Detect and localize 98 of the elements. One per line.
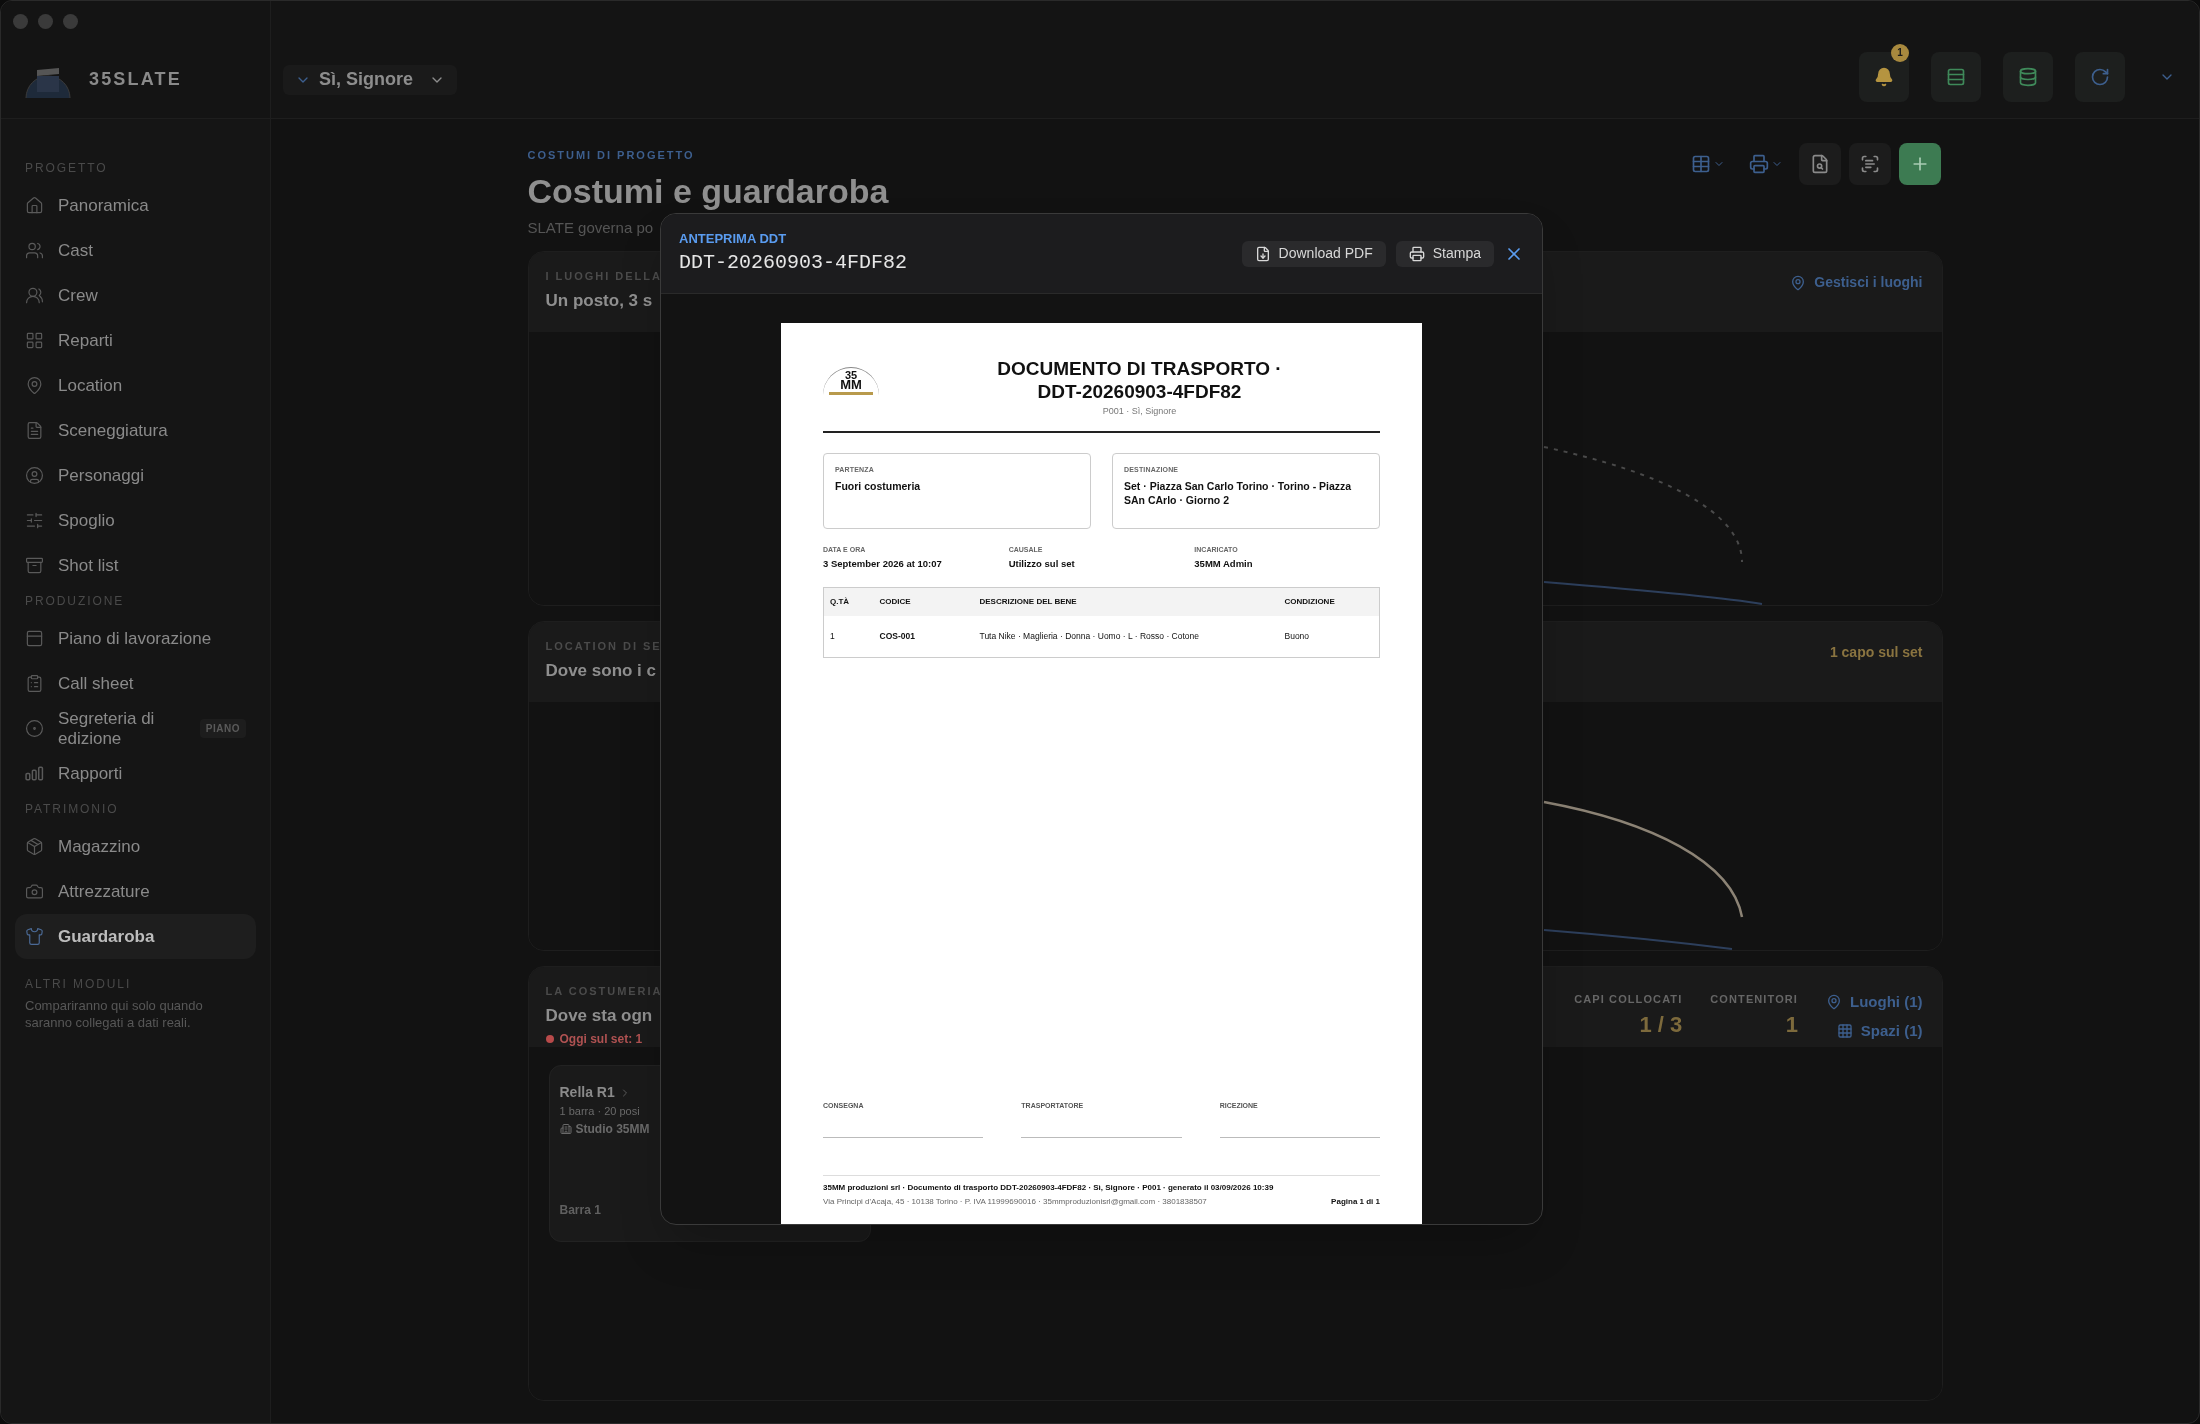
table-icon bbox=[1946, 66, 1966, 87]
field-value: Set · Piazza San Carlo Torino · Torino - Piazza SAn CArlo · Giorno 2 bbox=[1124, 479, 1353, 507]
pin-icon bbox=[25, 376, 44, 395]
person-circle-icon bbox=[25, 466, 44, 485]
sidebar-item[interactable]: Reparti bbox=[15, 318, 256, 363]
field-value: Fuori costumeria bbox=[835, 479, 922, 493]
printer-icon bbox=[1408, 245, 1425, 262]
table-button[interactable] bbox=[1931, 51, 1981, 102]
count-note: 1 capo sul set bbox=[1829, 643, 1923, 662]
footer-address: Via Principi d'Acaja, 45 · 10138 Torino · P. IVA 11999690016 · 35mmproduzionisrl@gmail.com · 3801838507 bbox=[823, 1196, 1207, 1208]
plan-badge: PIANO bbox=[199, 719, 246, 738]
table-cell: COS-001 bbox=[873, 615, 974, 658]
card-title: Dove sono i c bbox=[545, 659, 657, 682]
sidebar-item[interactable]: Piano di lavorazione bbox=[15, 616, 256, 661]
target-icon bbox=[25, 719, 44, 738]
table-cell: Tuta Nike · Maglieria · Donna · Uomo · L · Rosso · Cotone bbox=[973, 615, 1279, 658]
rack-title: Rella R1 bbox=[559, 1083, 615, 1102]
notification-count: 1 bbox=[1891, 43, 1909, 62]
sidebar-item[interactable]: Crew bbox=[15, 273, 256, 318]
rack-meta: 1 barra · 20 posi bbox=[559, 1104, 640, 1119]
refresh-button[interactable] bbox=[2075, 51, 2125, 102]
shirt-icon bbox=[25, 927, 44, 946]
project-selector[interactable]: Sì, Signore bbox=[283, 64, 458, 95]
sidebar-item[interactable]: Personaggi bbox=[15, 453, 256, 498]
sidebar-item[interactable]: Attrezzature bbox=[15, 869, 256, 914]
people-icon bbox=[25, 286, 44, 305]
grid-icon bbox=[25, 331, 44, 350]
sidebar-item[interactable]: Cast bbox=[15, 228, 256, 273]
building-icon bbox=[559, 1122, 572, 1135]
field-value: 35MM Admin bbox=[1194, 557, 1254, 571]
camera-icon bbox=[25, 882, 44, 901]
file-download-icon bbox=[1254, 245, 1271, 262]
field-value: 3 September 2026 at 10:07 bbox=[823, 557, 943, 571]
table-cell: 1 bbox=[823, 615, 874, 658]
company-logo: 35 MM bbox=[823, 367, 879, 405]
document-search-button[interactable] bbox=[1798, 143, 1841, 185]
add-button[interactable] bbox=[1898, 143, 1941, 185]
footer-text: 35MM produzioni srl · Documento di trasporto DDT-20260903-4FDF82 · Sì, Signore · P001 · generato il 03/09/2026 10:39 bbox=[823, 1182, 1275, 1194]
sidebar-item[interactable]: Magazzino bbox=[15, 824, 256, 869]
download-pdf-button[interactable]: Download PDF bbox=[1241, 240, 1386, 267]
bar-chart-icon bbox=[25, 764, 44, 783]
panel-icon bbox=[25, 629, 44, 648]
app-name: 35SLATE bbox=[89, 68, 182, 91]
page-title: Costumi e guardaroba bbox=[527, 170, 889, 212]
database-button[interactable] bbox=[2003, 51, 2053, 102]
dialog-eyebrow: ANTEPRIMA DDT bbox=[679, 229, 788, 248]
bell-icon bbox=[1874, 66, 1894, 87]
pin-icon bbox=[1790, 274, 1807, 291]
database-icon bbox=[2018, 66, 2038, 87]
column-header: DESCRIZIONE DEL BENE bbox=[973, 587, 1279, 616]
column-header: CODICE bbox=[873, 587, 974, 616]
document-icon bbox=[25, 421, 44, 440]
page-number: Pagina 1 di 1 bbox=[1331, 1196, 1380, 1208]
sidebar-note: Compariranno qui solo quando saranno collegati a dati reali. bbox=[24, 997, 204, 1031]
archive-icon bbox=[25, 556, 44, 575]
pin-icon bbox=[1826, 994, 1842, 1011]
dialog-title: DDT-20260903-4FDF82 bbox=[679, 250, 908, 277]
field-value: Utilizzo sul set bbox=[1008, 557, 1076, 571]
page-subtitle: SLATE governa po bbox=[527, 217, 654, 238]
stat-value: 1 bbox=[1785, 1010, 1798, 1039]
grid-icon bbox=[1836, 1022, 1853, 1039]
sidebar-item[interactable]: Shot list bbox=[15, 543, 256, 588]
sidebar-item[interactable]: Sceneggiatura bbox=[15, 408, 256, 453]
people-icon bbox=[25, 241, 44, 260]
package-icon bbox=[25, 837, 44, 856]
document-title: DOCUMENTO DI TRASPORTO · DDT-20260903-4FDF82 bbox=[996, 357, 1283, 403]
sliders-icon bbox=[25, 511, 44, 530]
manage-link[interactable]: Gestisci i luoghi bbox=[1790, 268, 1923, 293]
column-header: Q.TÀ bbox=[823, 587, 874, 616]
page-eyebrow: COSTUMI DI PROGETTO bbox=[527, 148, 695, 163]
rack-place: Studio 35MM bbox=[575, 1120, 650, 1138]
sidebar-item[interactable]: Panoramica bbox=[15, 183, 256, 228]
sidebar-item[interactable]: Segreteria di edizione PIANO bbox=[15, 706, 256, 751]
scan-icon bbox=[1859, 154, 1880, 174]
card-title: Dove sta ogn bbox=[545, 1004, 653, 1027]
house-icon bbox=[25, 196, 44, 215]
sidebar-item[interactable]: Spoglio bbox=[15, 498, 256, 543]
document-subtitle: P001 · Sì, Signore bbox=[1102, 405, 1177, 418]
sidebar-item[interactable]: Guardaroba bbox=[15, 914, 256, 959]
stat-value: 1 / 3 bbox=[1639, 1010, 1683, 1039]
card-title: Un posto, 3 s bbox=[545, 289, 653, 312]
bar-label: Barra 1 bbox=[559, 1202, 601, 1219]
column-header: CONDIZIONE bbox=[1278, 587, 1380, 616]
table-icon bbox=[1690, 154, 1711, 174]
clipboard-icon bbox=[25, 674, 44, 693]
sidebar-item[interactable]: Location bbox=[15, 363, 256, 408]
stat-label: CONTENITORI bbox=[1710, 992, 1798, 1007]
status-text: Oggi sul set: 1 bbox=[559, 1031, 643, 1048]
print-button[interactable]: Stampa bbox=[1395, 240, 1494, 267]
scan-button[interactable] bbox=[1848, 143, 1891, 185]
stat-label: CAPI COLLOCATI bbox=[1574, 992, 1683, 1007]
sidebar-item[interactable]: Call sheet bbox=[15, 661, 256, 706]
printer-icon bbox=[1748, 154, 1769, 174]
filter-link[interactable]: Spazi (1) bbox=[1836, 1019, 1923, 1042]
sidebar-item[interactable]: Rapporti bbox=[15, 751, 256, 796]
table-cell: Buono bbox=[1278, 615, 1380, 658]
refresh-icon bbox=[2090, 66, 2110, 87]
filter-link[interactable]: Luoghi (1) bbox=[1826, 991, 1923, 1014]
